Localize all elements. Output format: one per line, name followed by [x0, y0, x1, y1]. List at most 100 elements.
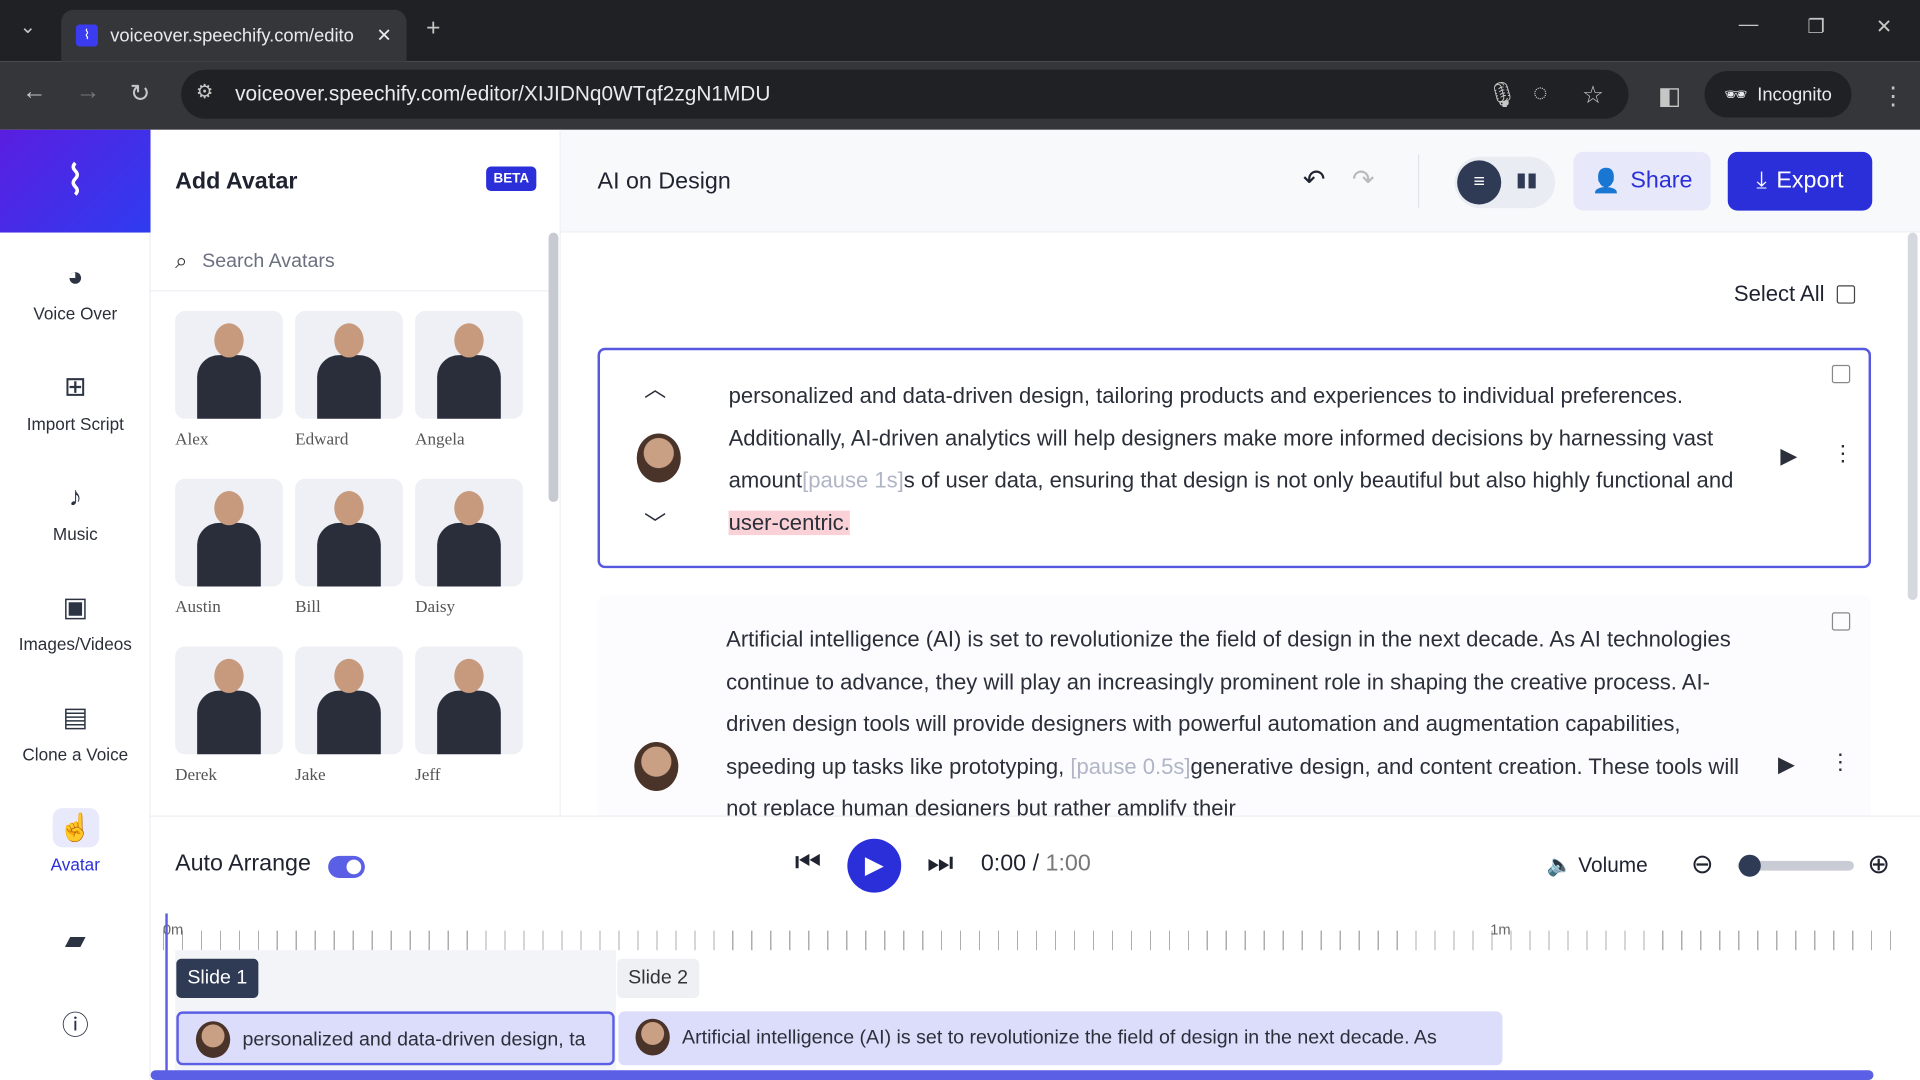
nav-label: Music — [52, 524, 98, 544]
play-icon[interactable]: ▶ — [1780, 443, 1797, 469]
tab-list-icon[interactable]: ⌄ — [20, 15, 36, 39]
reload-icon[interactable]: ↻ — [130, 78, 151, 109]
avatar-card[interactable] — [175, 311, 283, 419]
speechify-logo[interactable]: ⌇ — [0, 129, 151, 233]
slide-view-icon[interactable]: ▮▮ — [1516, 168, 1538, 192]
nav-avatar[interactable]: ☝ Avatar — [0, 808, 151, 874]
more-options-icon[interactable]: ⋮ — [1829, 749, 1851, 775]
avatar-card[interactable] — [295, 646, 403, 755]
playhead[interactable] — [165, 913, 168, 1080]
beta-badge: BETA — [486, 166, 537, 192]
highlighted-word: user-centric. — [728, 510, 850, 535]
back-icon[interactable]: ← — [22, 78, 46, 106]
plus-square-icon: ⊞ — [64, 371, 87, 402]
close-tab-icon[interactable]: ✕ — [376, 24, 391, 47]
player-bar: Auto Arrange ⏮ ▶ ⏭ 0:00 / 1:00 🔈 Volume … — [150, 815, 1920, 914]
more-options-icon[interactable]: ⋮ — [1832, 441, 1854, 467]
minimize-icon[interactable]: — — [1739, 15, 1759, 37]
avatar-card[interactable] — [415, 646, 523, 755]
volume-button[interactable]: 🔈 Volume — [1547, 853, 1648, 877]
avatar-name: Austin — [175, 598, 221, 618]
address-bar[interactable]: ⚙ voiceover.speechify.com/editor/XIJIDNq0… — [181, 69, 1629, 119]
timeline-scrollbar[interactable] — [150, 1070, 1874, 1080]
site-settings-icon[interactable]: ⚙ — [196, 80, 214, 104]
nav-voice-over[interactable]: ◕ Voice Over — [0, 257, 151, 323]
restore-icon[interactable]: ❐ — [1807, 15, 1825, 39]
skip-forward-icon[interactable]: ⏭ — [927, 846, 953, 880]
select-all-checkbox[interactable] — [1836, 285, 1856, 304]
zoom-slider[interactable] — [1737, 854, 1854, 877]
search-avatars[interactable]: ⌕ Search Avatars — [150, 233, 549, 292]
voice-avatar — [635, 1018, 670, 1056]
mic-icon[interactable]: 🎙 — [1487, 80, 1518, 111]
music-icon: ♪ — [68, 481, 83, 512]
nav-images-videos[interactable]: ▣ Images/Videos — [0, 588, 151, 653]
zoom-out-icon[interactable]: ⊖ — [1691, 849, 1714, 881]
avatar-card[interactable] — [175, 646, 283, 755]
script-block[interactable]: Artificial intelligence (AI) is set to r… — [597, 595, 1872, 816]
side-panel-icon[interactable]: ◧ — [1658, 81, 1681, 112]
panel-scrollbar[interactable] — [548, 232, 559, 503]
menu-icon[interactable]: ⋮ — [1881, 81, 1905, 112]
speechify-favicon: ⌇ — [75, 24, 98, 47]
incognito-badge[interactable]: 🕶 Incognito — [1704, 71, 1852, 118]
share-label: Share — [1630, 167, 1693, 194]
browser-tab[interactable]: ⌇ voiceover.speechify.com/edito ✕ — [61, 9, 407, 62]
avatar-card[interactable] — [295, 478, 403, 587]
avatar-hand-icon: ☝ — [52, 808, 99, 848]
incognito-icon: 🕶 — [1724, 84, 1748, 106]
export-label: Export — [1776, 167, 1844, 194]
view-toggle[interactable]: ≡ ▮▮ — [1454, 156, 1556, 209]
voice-avatar — [195, 1021, 231, 1058]
help-icon: ⓘ — [61, 1010, 89, 1041]
redo-icon[interactable]: ↷ — [1352, 164, 1375, 196]
document-title[interactable]: AI on Design — [598, 169, 731, 196]
avatar-name: Bill — [295, 598, 321, 618]
search-input[interactable]: Search Avatars — [202, 250, 335, 272]
avatar-card[interactable] — [415, 478, 523, 587]
nav-music[interactable]: ♪ Music — [0, 478, 151, 544]
share-button[interactable]: 👤 Share — [1573, 151, 1711, 211]
auto-arrange-toggle[interactable] — [328, 855, 365, 878]
voice-avatar[interactable] — [636, 433, 681, 483]
images-icon: ▣ — [62, 591, 89, 623]
undo-icon[interactable]: ↶ — [1303, 164, 1326, 196]
export-button[interactable]: ⤓ Export — [1727, 151, 1873, 211]
forward-icon[interactable]: → — [76, 78, 100, 106]
timeline-clip[interactable]: personalized and data-driven design, ta — [176, 1011, 615, 1066]
panel-title: Add Avatar — [175, 168, 298, 195]
block-text[interactable]: Artificial intelligence (AI) is set to r… — [726, 618, 1742, 816]
voice-avatar[interactable] — [634, 742, 679, 792]
close-window-icon[interactable]: ✕ — [1876, 15, 1892, 39]
script-block[interactable]: ︿ ﹀ personalized and data-driven design,… — [597, 347, 1872, 569]
block-checkbox[interactable] — [1831, 364, 1851, 384]
avatar-card[interactable] — [295, 311, 403, 419]
slide-2-label[interactable]: Slide 2 — [617, 958, 700, 998]
auto-arrange-label: Auto Arrange — [175, 851, 311, 877]
add-user-icon: 👤 — [1591, 168, 1621, 195]
block-checkbox[interactable] — [1831, 612, 1851, 631]
nav-import-script[interactable]: ⊞ Import Script — [0, 367, 151, 433]
avatar-card[interactable] — [415, 311, 523, 419]
nav-clone-voice[interactable]: ▤ Clone a Voice — [0, 698, 151, 764]
slide-1-label[interactable]: Slide 1 — [176, 958, 259, 998]
help-button[interactable]: ⓘ — [0, 1007, 151, 1054]
chat-button[interactable]: ▰ — [0, 921, 151, 968]
select-all[interactable]: Select All — [1734, 282, 1856, 308]
avatar-name: Jake — [295, 766, 326, 785]
timeline-clip[interactable]: Artificial intelligence (AI) is set to r… — [618, 1011, 1503, 1066]
new-tab-icon[interactable]: + — [426, 15, 440, 43]
play-icon[interactable]: ▶ — [1778, 752, 1795, 778]
chevron-down-icon[interactable]: ﹀ — [644, 507, 666, 539]
star-icon[interactable]: ☆ — [1582, 80, 1604, 111]
zoom-in-icon[interactable]: ⊕ — [1867, 849, 1890, 881]
pause-tag: [pause 1s] — [802, 467, 904, 493]
script-view-icon[interactable]: ≡ — [1457, 160, 1502, 205]
editor-scrollbar[interactable] — [1907, 232, 1918, 601]
chevron-up-icon[interactable]: ︿ — [644, 372, 666, 404]
skip-back-icon[interactable]: ⏮ — [795, 846, 821, 880]
play-button[interactable]: ▶ — [847, 838, 902, 893]
block-text[interactable]: personalized and data-driven design, tai… — [728, 375, 1745, 544]
eye-off-icon[interactable]: ◌ — [1533, 80, 1548, 108]
avatar-card[interactable] — [175, 478, 283, 587]
